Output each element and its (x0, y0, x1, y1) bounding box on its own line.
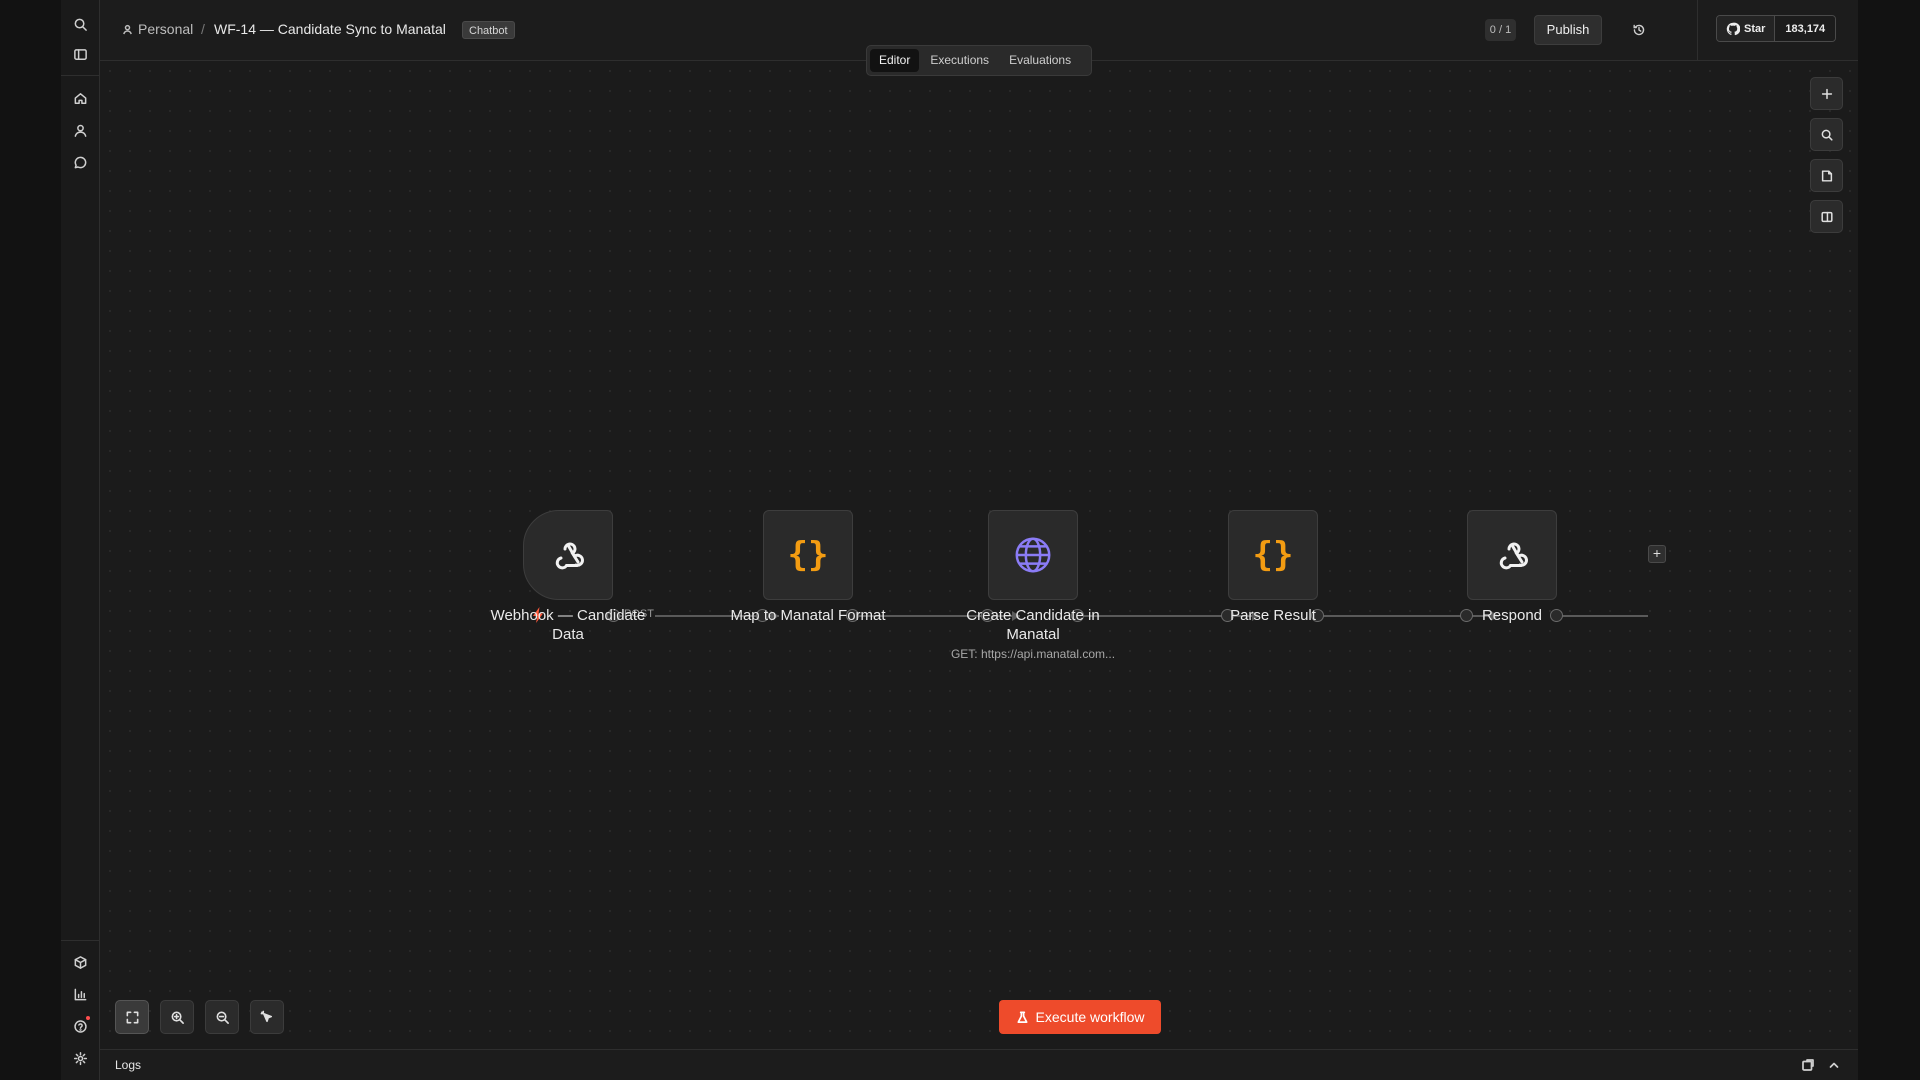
chevron-up-icon[interactable] (1827, 1058, 1841, 1072)
left-sidebar (61, 0, 100, 1080)
workflow-tag[interactable]: Chatbot (462, 21, 515, 39)
zoom-out-button[interactable] (205, 1000, 239, 1034)
settings-gear-icon[interactable] (69, 1047, 91, 1069)
help-icon[interactable] (69, 1015, 91, 1037)
globe-icon (1015, 537, 1051, 573)
search-icon (1821, 129, 1833, 141)
active-counter-badge: 0 / 1 (1485, 19, 1516, 41)
code-braces-icon: {} (788, 535, 829, 575)
fullscreen-icon (126, 1011, 138, 1023)
tab-evaluations[interactable]: Evaluations (1000, 49, 1080, 72)
webhook-icon (555, 542, 584, 570)
user-icon[interactable] (69, 119, 91, 141)
plus-icon (1821, 88, 1832, 99)
cursor-sparkle-icon (260, 1010, 272, 1022)
svg-text:{}: {} (1253, 535, 1294, 575)
toggle-sidebar-icon[interactable] (69, 43, 91, 65)
header-divider (1697, 0, 1698, 61)
node-respond[interactable] (1467, 510, 1557, 600)
toggle-panel-button[interactable] (1810, 200, 1843, 233)
execute-workflow-label: Execute workflow (1035, 1009, 1145, 1025)
add-next-node-button[interactable]: + (1648, 545, 1666, 563)
fit-view-button[interactable] (115, 1000, 149, 1034)
code-braces-icon: {} (1253, 535, 1294, 575)
node-parse-result[interactable]: {} (1228, 510, 1318, 600)
node-webhook-candidate-data[interactable] (523, 510, 613, 600)
breadcrumb-separator: / (201, 21, 205, 37)
user-icon (123, 24, 132, 34)
github-star-button[interactable]: Star 183,174 (1716, 15, 1837, 42)
sticky-note-button[interactable] (1810, 159, 1843, 192)
history-icon[interactable] (1630, 21, 1648, 39)
zoom-out-icon (216, 1011, 229, 1024)
node-map-to-manatal-format[interactable]: {} (763, 510, 853, 600)
sidebar-divider (61, 75, 100, 76)
github-star-label: Star (1744, 22, 1766, 35)
home-icon[interactable] (69, 87, 91, 109)
breadcrumb-project[interactable]: Personal (122, 21, 193, 37)
node-label: Create Candidate in Manatal (966, 607, 1100, 643)
notification-dot (86, 1016, 90, 1020)
github-star-count: 183,174 (1785, 22, 1826, 35)
sticky-note-icon (1821, 169, 1832, 182)
templates-icon[interactable] (69, 951, 91, 973)
logs-label: Logs (115, 1058, 142, 1072)
insights-chart-icon[interactable] (69, 983, 91, 1005)
workflow-title[interactable]: WF-14 — Candidate Sync to Manatal (214, 21, 446, 37)
chat-icon[interactable] (69, 151, 91, 173)
node-label: Webhook — Candidate Data (490, 607, 646, 643)
breadcrumb-project-label: Personal (138, 21, 194, 37)
github-icon (1726, 22, 1740, 35)
app-window: Personal / WF-14 — Candidate Sync to Man… (61, 0, 1858, 1080)
zoom-in-icon (171, 1011, 184, 1024)
zoom-in-button[interactable] (160, 1000, 194, 1034)
node-create-candidate-in-manatal[interactable] (988, 510, 1078, 600)
flask-icon (1017, 1011, 1028, 1023)
logs-panel-bar[interactable]: Logs (100, 1049, 1858, 1080)
node-label: Map to Manatal Format (730, 607, 886, 624)
tab-editor[interactable]: Editor (870, 49, 920, 72)
popout-icon[interactable] (1801, 1058, 1815, 1072)
tidy-up-button[interactable] (250, 1000, 284, 1034)
node-label: Respond (1481, 607, 1543, 624)
add-node-button[interactable] (1810, 77, 1843, 110)
sidebar-divider (61, 940, 100, 941)
svg-text:{}: {} (788, 535, 829, 575)
node-subtitle: GET: https://api.manatal.com... (950, 647, 1116, 661)
publish-button[interactable]: Publish (1534, 15, 1602, 45)
panel-icon (1820, 211, 1833, 222)
execute-workflow-button[interactable]: Execute workflow (999, 1000, 1161, 1034)
webhook-icon (1499, 542, 1528, 570)
workflow-canvas[interactable]: POST Webhook — Candidate Data {} Map to … (100, 61, 1858, 1049)
node-label: Parse Result (1230, 607, 1316, 624)
search-icon[interactable] (69, 13, 91, 35)
tab-executions[interactable]: Executions (921, 49, 998, 72)
search-nodes-button[interactable] (1810, 118, 1843, 151)
view-tabs: Editor Executions Evaluations (866, 45, 1092, 76)
